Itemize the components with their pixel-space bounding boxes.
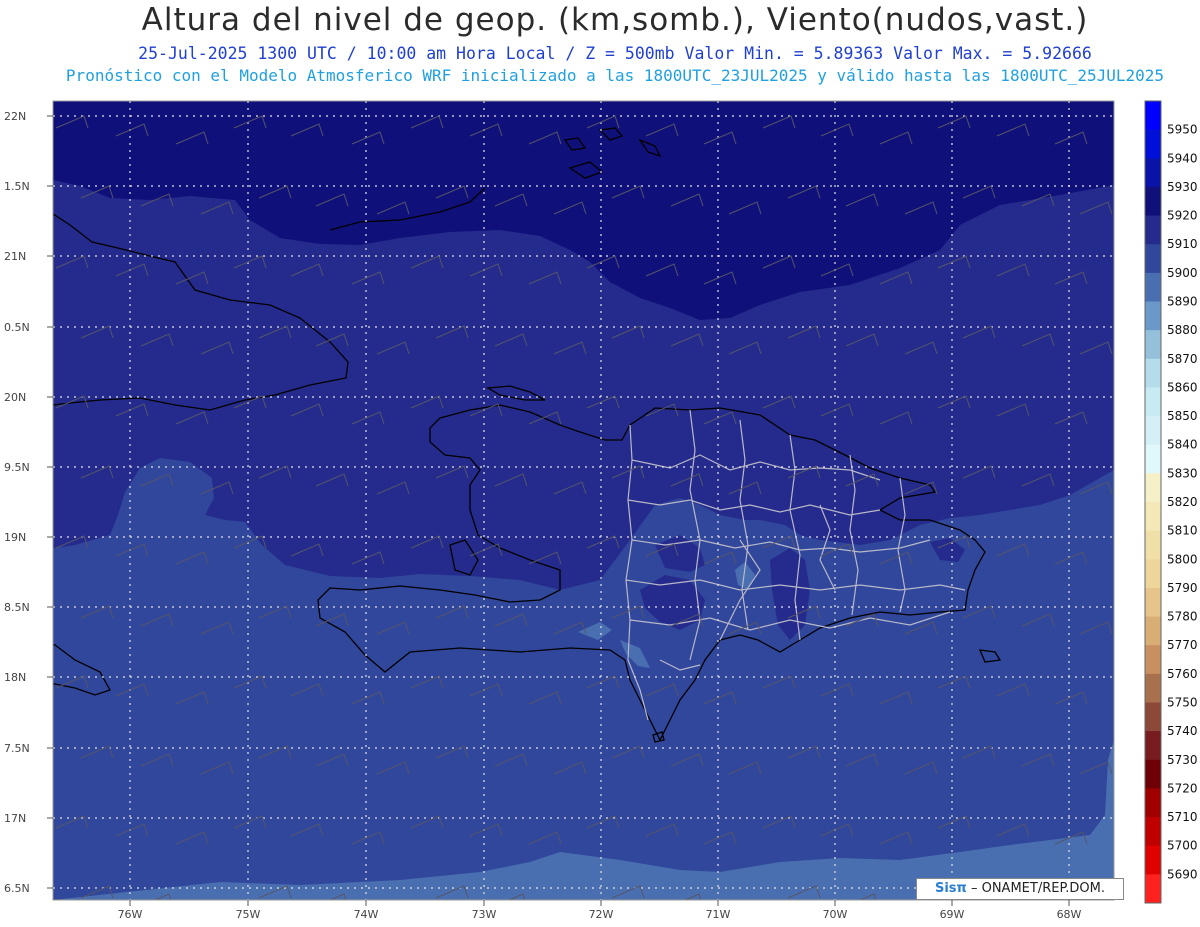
- lat-label: 22N: [4, 110, 26, 123]
- colorbar-swatch: [1145, 759, 1161, 789]
- colorbar-swatch: [1145, 387, 1161, 417]
- lat-label: 9.5N: [4, 461, 30, 474]
- colorbar-label: 5780: [1167, 610, 1198, 624]
- latitude-axis: 22N 1.5N 21N 0.5N 20N 9.5N 19N 8.5N 18N …: [4, 110, 30, 895]
- weather-map: 22N 1.5N 21N 0.5N 20N 9.5N 19N 8.5N 18N …: [4, 100, 1198, 921]
- lon-label: 76W: [118, 908, 143, 921]
- colorbar-swatch: [1145, 473, 1161, 503]
- lon-label: 68W: [1057, 908, 1082, 921]
- colorbar-swatch: [1145, 129, 1161, 159]
- lon-label: 72W: [589, 908, 614, 921]
- colorbar-label: 5940: [1167, 151, 1198, 165]
- lat-label: 21N: [4, 250, 26, 263]
- colorbar-label: 5720: [1167, 781, 1198, 795]
- lon-label: 74W: [354, 908, 379, 921]
- colorbar-swatch: [1145, 673, 1161, 703]
- colorbar-label: 5850: [1167, 409, 1198, 423]
- wind-barb: [729, 902, 761, 914]
- wind-barb: [201, 902, 233, 914]
- lat-label: 8.5N: [4, 601, 30, 614]
- colorbar-swatch: [1145, 817, 1161, 847]
- lon-label: 71W: [706, 908, 731, 921]
- colorbar-label: 5900: [1167, 266, 1198, 280]
- longitude-axis: 76W 75W 74W 73W 72W 71W 70W 69W 68W: [118, 908, 1082, 921]
- colorbar-label: 5880: [1167, 323, 1198, 337]
- sispi-logo: Sisπ: [934, 881, 967, 896]
- colorbar-swatch: [1145, 559, 1161, 589]
- colorbar-label: 5810: [1167, 524, 1198, 538]
- colorbar-swatch: [1145, 502, 1161, 532]
- colorbar-label: 5740: [1167, 724, 1198, 738]
- colorbar-label: 5730: [1167, 753, 1198, 767]
- colorbar-swatch: [1145, 101, 1161, 131]
- lat-label: 7.5N: [4, 742, 30, 755]
- colorbar-label: 5920: [1167, 209, 1198, 223]
- colorbar-swatch: [1145, 215, 1161, 245]
- credit-box: Sisπ – ONAMET/REP.DOM.: [916, 878, 1124, 900]
- colorbar-label: 5790: [1167, 581, 1198, 595]
- colorbar-label: 5930: [1167, 180, 1198, 194]
- colorbar-swatch: [1145, 272, 1161, 302]
- colorbar-swatch: [1145, 158, 1161, 188]
- wind-barb: [1080, 902, 1112, 914]
- lon-label: 73W: [472, 908, 497, 921]
- lat-label: 18N: [4, 671, 26, 684]
- colorbar-swatch: [1145, 530, 1161, 560]
- colorbar-label: 5840: [1167, 438, 1198, 452]
- colorbar: 5950 5940 5930 5920 5910 5900 5890 5880 5870 5860…: [1144, 100, 1198, 904]
- colorbar-swatch: [1145, 874, 1161, 904]
- wind-barb: [377, 902, 409, 914]
- colorbar-label: 5750: [1167, 696, 1198, 710]
- colorbar-swatch: [1145, 702, 1161, 732]
- map-plot-area: [53, 101, 1114, 914]
- colorbar-swatch: [1145, 186, 1161, 217]
- colorbar-swatch: [1145, 301, 1161, 331]
- colorbar-swatch: [1145, 244, 1161, 274]
- colorbar-label: 5910: [1167, 237, 1198, 251]
- lat-label: 0.5N: [4, 321, 30, 334]
- lat-label: 1.5N: [4, 180, 30, 193]
- colorbar-swatch: [1145, 616, 1161, 646]
- wind-barb: [554, 902, 586, 914]
- lon-label: 69W: [940, 908, 965, 921]
- lat-label: 19N: [4, 531, 26, 544]
- colorbar-label: 5690: [1167, 867, 1198, 881]
- colorbar-label: 5890: [1167, 295, 1198, 309]
- colorbar-label: 5870: [1167, 352, 1198, 366]
- colorbar-swatch: [1145, 416, 1161, 446]
- colorbar-swatch: [1145, 645, 1161, 675]
- colorbar-swatch: [1145, 788, 1161, 818]
- colorbar-swatch: [1145, 587, 1161, 618]
- colorbar-swatch: [1145, 731, 1161, 761]
- colorbar-label: 5820: [1167, 495, 1198, 509]
- colorbar-label: 5770: [1167, 638, 1198, 652]
- lat-label: 20N: [4, 391, 26, 404]
- lon-label: 75W: [236, 908, 261, 921]
- colorbar-label: 5800: [1167, 552, 1198, 566]
- wind-barb: [905, 902, 937, 914]
- lat-label: 6.5N: [4, 882, 30, 895]
- colorbar-swatch: [1145, 444, 1161, 474]
- colorbar-label: 5860: [1167, 380, 1198, 394]
- colorbar-label: 5830: [1167, 466, 1198, 480]
- colorbar-swatch: [1145, 845, 1161, 875]
- lat-label: 17N: [4, 812, 26, 825]
- colorbar-swatch: [1145, 358, 1161, 388]
- colorbar-label: 5760: [1167, 667, 1198, 681]
- lon-label: 70W: [823, 908, 848, 921]
- colorbar-label: 5950: [1167, 123, 1198, 137]
- colorbar-swatch: [1145, 330, 1161, 360]
- colorbar-label: 5710: [1167, 810, 1198, 824]
- colorbar-label: 5700: [1167, 839, 1198, 853]
- credit-text: – ONAMET/REP.DOM.: [970, 881, 1105, 896]
